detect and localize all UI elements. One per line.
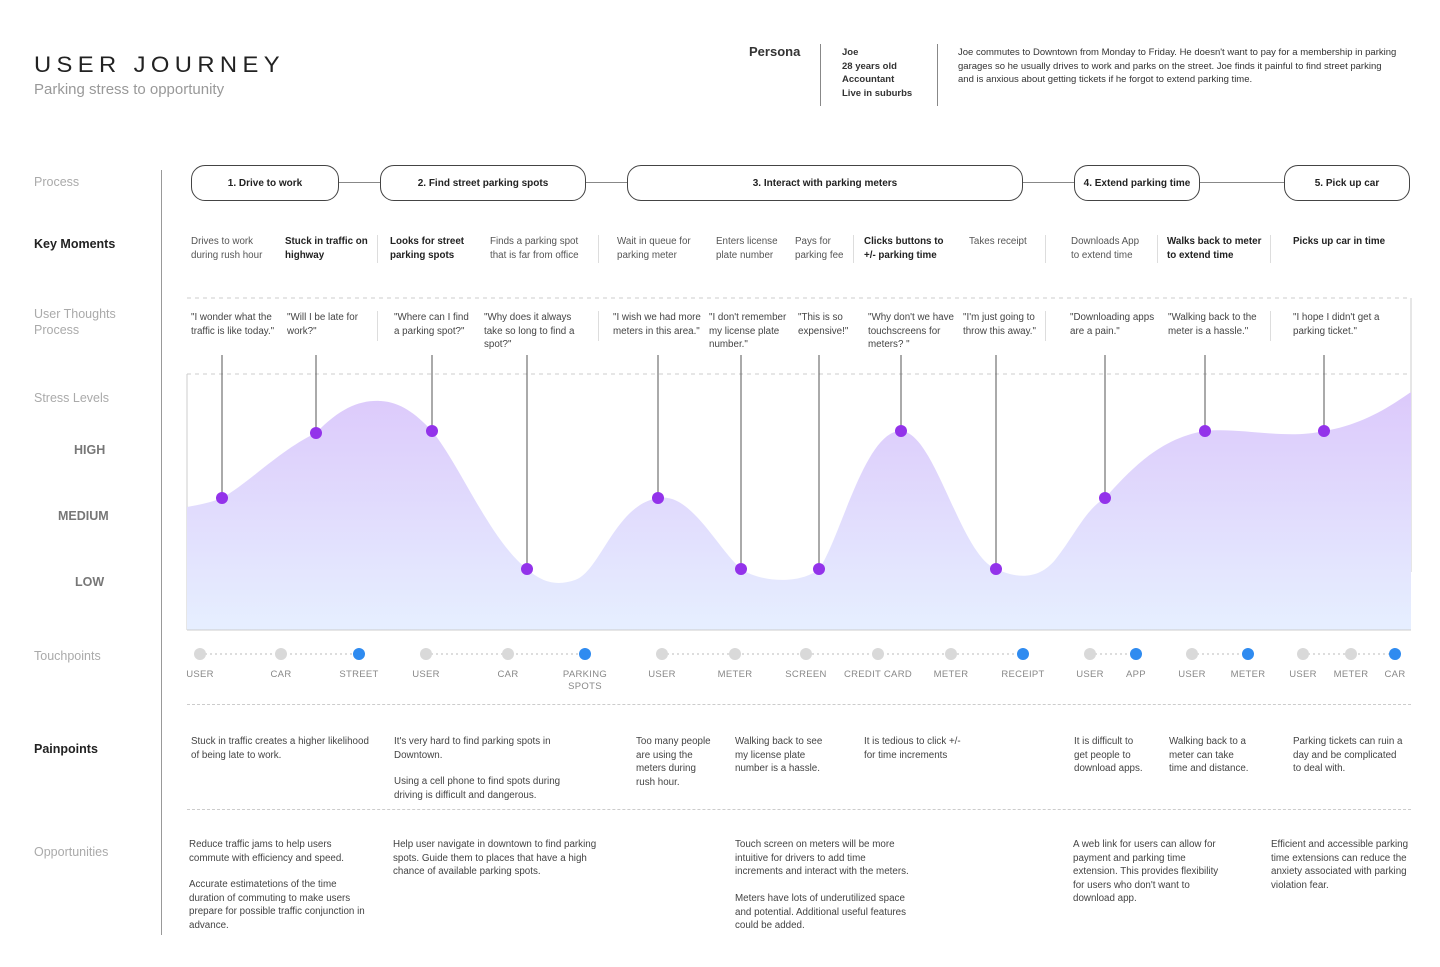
touchpoint-label: USER: [186, 669, 214, 680]
stress-point: [895, 425, 907, 437]
section-separator: [187, 809, 1411, 810]
touchpoint-dot: [353, 648, 365, 660]
touchpoint-label: METER: [717, 669, 753, 680]
stress-point: [426, 425, 438, 437]
painpoint: It's very hard to find parking spots in …: [394, 736, 551, 761]
touchpoint-dot: [1130, 648, 1142, 660]
touchpoint-label: METER: [933, 669, 969, 680]
touchpoint-label: CAR: [270, 669, 292, 680]
opportunity: Help user navigate in downtown to find p…: [393, 839, 597, 877]
opportunity: Efficient and accessible parking time ex…: [1271, 839, 1409, 891]
touchpoint-label: USER: [412, 669, 440, 680]
touchpoint-connectors: [200, 653, 1395, 655]
stress-point: [990, 563, 1002, 575]
opportunity: Accurate estimatetions of the time durat…: [189, 879, 365, 931]
stress-chart: [186, 297, 1412, 631]
touchpoint-dot: [275, 648, 287, 660]
stress-point: [310, 427, 322, 439]
touchpoint-dot: [194, 648, 206, 660]
touchpoint-dot: [502, 648, 514, 660]
touchpoint-dot: [1389, 648, 1401, 660]
touchpoint-label: CAR: [1384, 669, 1406, 680]
touchpoint-dot: [872, 648, 884, 660]
painpoint: Parking tickets can ruin a day and be co…: [1293, 736, 1403, 774]
section-separator: [187, 704, 1411, 705]
stress-point: [1199, 425, 1211, 437]
touchpoint-label: STREET: [339, 669, 379, 680]
opportunity: Reduce traffic jams to help users commut…: [189, 839, 345, 864]
touchpoint-dot: [1297, 648, 1309, 660]
painpoint: Stuck in traffic creates a higher likeli…: [191, 736, 369, 761]
stress-point: [521, 563, 533, 575]
touchpoint-dot: [420, 648, 432, 660]
opportunity: A web link for users can allow for payme…: [1073, 839, 1219, 904]
stress-point: [813, 563, 825, 575]
stress-area: [187, 392, 1411, 630]
touchpoint-label: CAR: [497, 669, 519, 680]
touchpoint-label: RECEIPT: [1001, 669, 1045, 680]
opportunity: Touch screen on meters will be more intu…: [735, 839, 909, 877]
touchpoint-label: PARKING SPOTS: [562, 669, 608, 692]
touchpoint-label: CREDIT CARD: [843, 669, 913, 680]
painpoint: Using a cell phone to find spots during …: [394, 776, 561, 801]
opportunity: Meters have lots of underutilized space …: [735, 893, 907, 931]
stress-point: [735, 563, 747, 575]
touchpoint-dot: [800, 648, 812, 660]
stress-point: [652, 492, 664, 504]
row-label-opportunities: Opportunities: [34, 845, 109, 859]
touchpoint-dot: [656, 648, 668, 660]
touchpoint-dot: [945, 648, 957, 660]
painpoint: It is tedious to click +/- for time incr…: [864, 736, 961, 761]
touchpoint-dot: [1186, 648, 1198, 660]
stress-point: [1099, 492, 1111, 504]
touchpoint-label: SCREEN: [785, 669, 827, 680]
touchpoint-dot: [1345, 648, 1357, 660]
painpoint: Walking back to see my license plate num…: [735, 736, 823, 774]
touchpoint-dot: [1242, 648, 1254, 660]
touchpoint-dot: [579, 648, 591, 660]
touchpoint-dot: [729, 648, 741, 660]
stress-point: [1318, 425, 1330, 437]
painpoint: Walking back to a meter can take time an…: [1169, 736, 1249, 774]
painpoint: Too many people are using the meters dur…: [636, 736, 711, 788]
touchpoint-dot: [1084, 648, 1096, 660]
touchpoint-dot: [1017, 648, 1029, 660]
stress-point: [216, 492, 228, 504]
touchpoint-label: USER: [648, 669, 676, 680]
row-label-painpoints: Painpoints: [34, 742, 98, 756]
painpoint: It is difficult to get people to downloa…: [1074, 736, 1143, 774]
